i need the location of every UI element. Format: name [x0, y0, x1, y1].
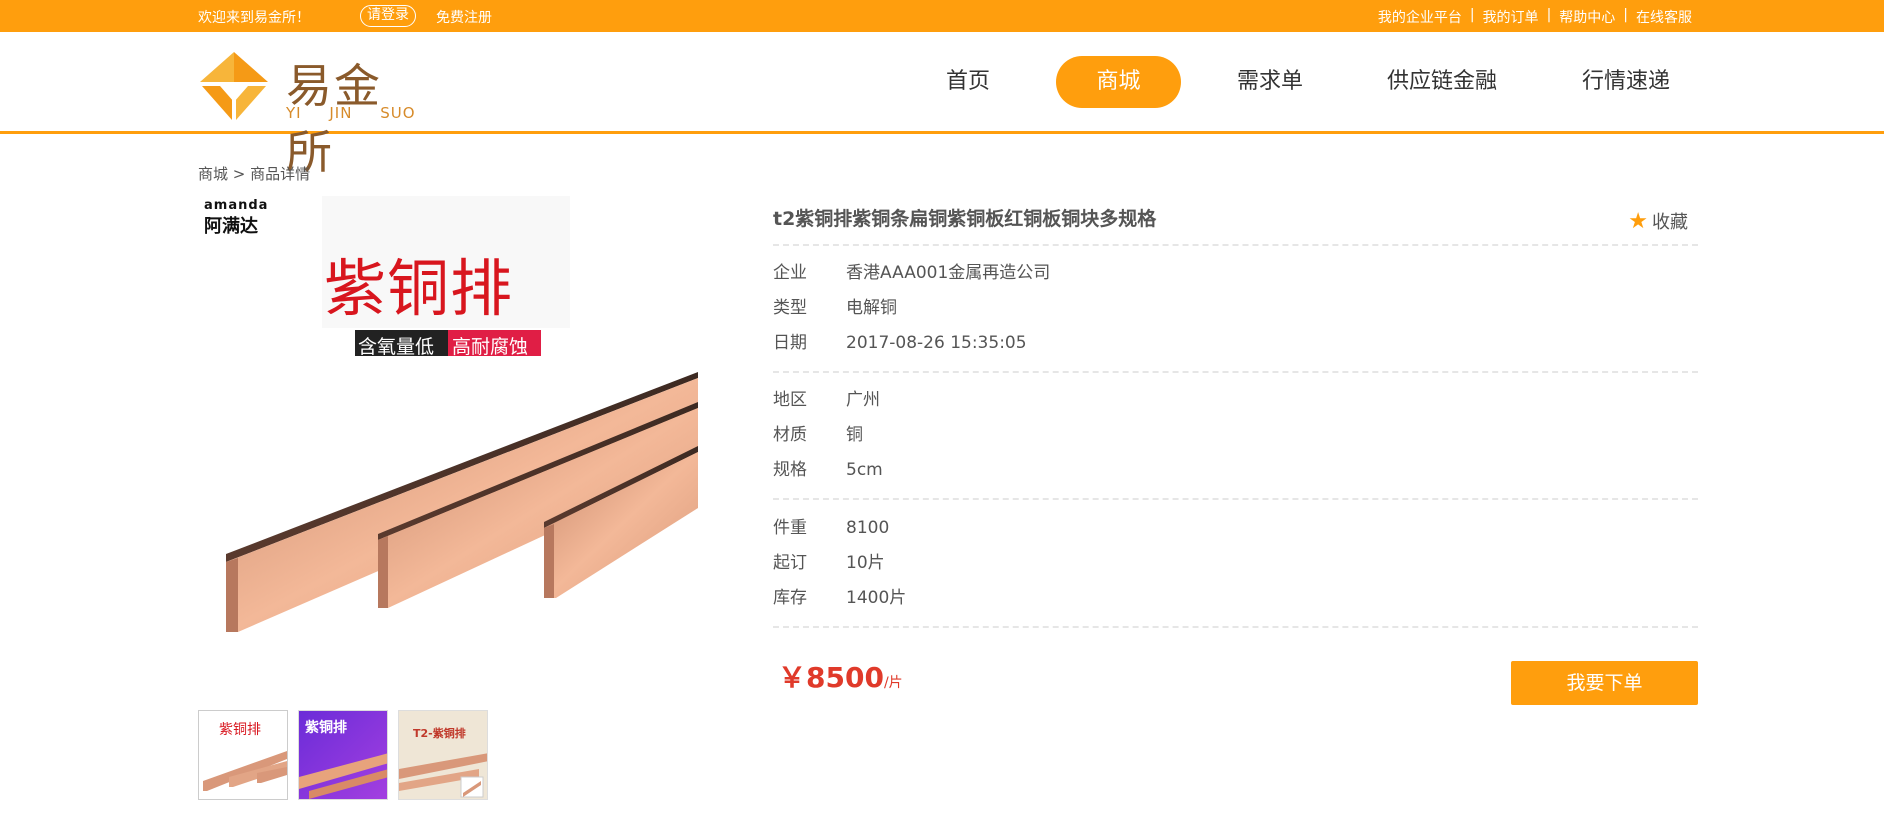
welcome-text: 欢迎来到易金所！: [198, 10, 310, 26]
image-tag-low-oxygen: 含氧量低: [358, 336, 435, 358]
info-value: 10片: [846, 553, 885, 573]
info-value: 香港AAA001金属再造公司: [846, 263, 1051, 283]
info-value: 2017-08-26 15:35:05: [846, 333, 1027, 353]
nav-market-news[interactable]: 行情速递: [1576, 56, 1676, 108]
logo-icon: [200, 52, 268, 120]
image-heading: 紫铜排: [324, 252, 514, 325]
info-label: 起订: [773, 553, 807, 573]
copper-bars: [226, 372, 698, 632]
divider: [773, 626, 1698, 628]
price-value: 8500: [806, 661, 884, 694]
info-value: 1400片: [846, 588, 907, 608]
price-unit: /片: [883, 675, 903, 691]
breadcrumb: 商城 > 商品详情: [198, 165, 311, 183]
info-value: 电解铜: [846, 298, 897, 318]
price: ￥8500/片: [778, 656, 903, 696]
star-icon: ★: [1628, 208, 1648, 234]
nav-home[interactable]: 首页: [930, 56, 1006, 108]
separator: |: [1546, 7, 1552, 23]
info-label: 类型: [773, 298, 807, 318]
image-brand: amanda: [204, 198, 269, 213]
divider: [773, 244, 1698, 246]
nav-mall[interactable]: 商城: [1056, 56, 1181, 108]
image-brand-cn: 阿满达: [204, 216, 258, 237]
thumbnail-list: 紫铜排 紫铜排 T2-紫铜排: [198, 710, 488, 800]
info-row-spec: 规格 5cm: [773, 459, 883, 481]
place-order-button[interactable]: 我要下单: [1511, 661, 1698, 705]
info-value: 8100: [846, 518, 890, 538]
info-label: 库存: [773, 588, 807, 608]
my-orders-link[interactable]: 我的订单: [1483, 7, 1539, 27]
thumbnail-3[interactable]: T2-紫铜排: [398, 710, 488, 800]
favorite-label: 收藏: [1652, 212, 1688, 233]
info-label: 件重: [773, 518, 807, 538]
info-label: 规格: [773, 460, 807, 480]
info-value: 5cm: [846, 460, 883, 480]
help-center-link[interactable]: 帮助中心: [1559, 7, 1615, 27]
separator: |: [1623, 7, 1628, 23]
info-row-min-order: 起订 10片: [773, 552, 885, 574]
separator: |: [1469, 7, 1475, 23]
info-row-material: 材质 铜: [773, 424, 863, 446]
info-label: 企业: [773, 263, 807, 283]
top-bar: 欢迎来到易金所！ 请登录 免费注册 我的企业平台 | 我的订单 | 帮助中心 |…: [0, 0, 1884, 32]
info-row-region: 地区 广州: [773, 389, 880, 411]
info-label: 材质: [773, 425, 807, 445]
product-title: t2紫铜排紫铜条扁铜紫铜板红铜板铜块多规格: [773, 208, 1157, 230]
divider: [773, 498, 1698, 500]
info-label: 地区: [773, 390, 807, 410]
info-row-company: 企业 香港AAA001金属再造公司: [773, 262, 1050, 284]
info-row-stock: 库存 1400片: [773, 587, 906, 609]
info-row-type: 类型 电解铜: [773, 297, 897, 319]
thumbnail-1[interactable]: 紫铜排: [198, 710, 288, 800]
info-value: 广州: [846, 390, 880, 410]
nav-demand[interactable]: 需求单: [1230, 56, 1310, 108]
site-logo[interactable]: 易金所 YI JIN SUO: [198, 48, 428, 179]
nav-supply-chain-finance[interactable]: 供应链金融: [1382, 56, 1502, 108]
logo-subtext: YI JIN SUO: [286, 104, 416, 122]
info-value: 铜: [846, 425, 863, 445]
info-row-date: 日期 2017-08-26 15:35:05: [773, 332, 1027, 354]
info-label: 日期: [773, 333, 807, 353]
favorite-button[interactable]: ★ 收藏: [1628, 208, 1688, 234]
register-link[interactable]: 免费注册: [436, 7, 492, 27]
image-tag-corrosion-resistant: 高耐腐蚀: [452, 336, 529, 358]
product-main-image: amanda 阿满达 紫铜排 含氧量低 高耐腐蚀: [198, 196, 698, 652]
top-links: 我的企业平台 | 我的订单 | 帮助中心 | 在线客服: [1378, 7, 1692, 27]
enterprise-platform-link[interactable]: 我的企业平台: [1378, 7, 1462, 27]
info-row-weight: 件重 8100: [773, 517, 889, 539]
divider: [773, 371, 1698, 373]
price-currency: ￥: [778, 661, 807, 694]
online-service-link[interactable]: 在线客服: [1636, 7, 1692, 27]
thumbnail-2[interactable]: 紫铜排: [298, 710, 388, 800]
login-link[interactable]: 请登录: [360, 5, 416, 27]
